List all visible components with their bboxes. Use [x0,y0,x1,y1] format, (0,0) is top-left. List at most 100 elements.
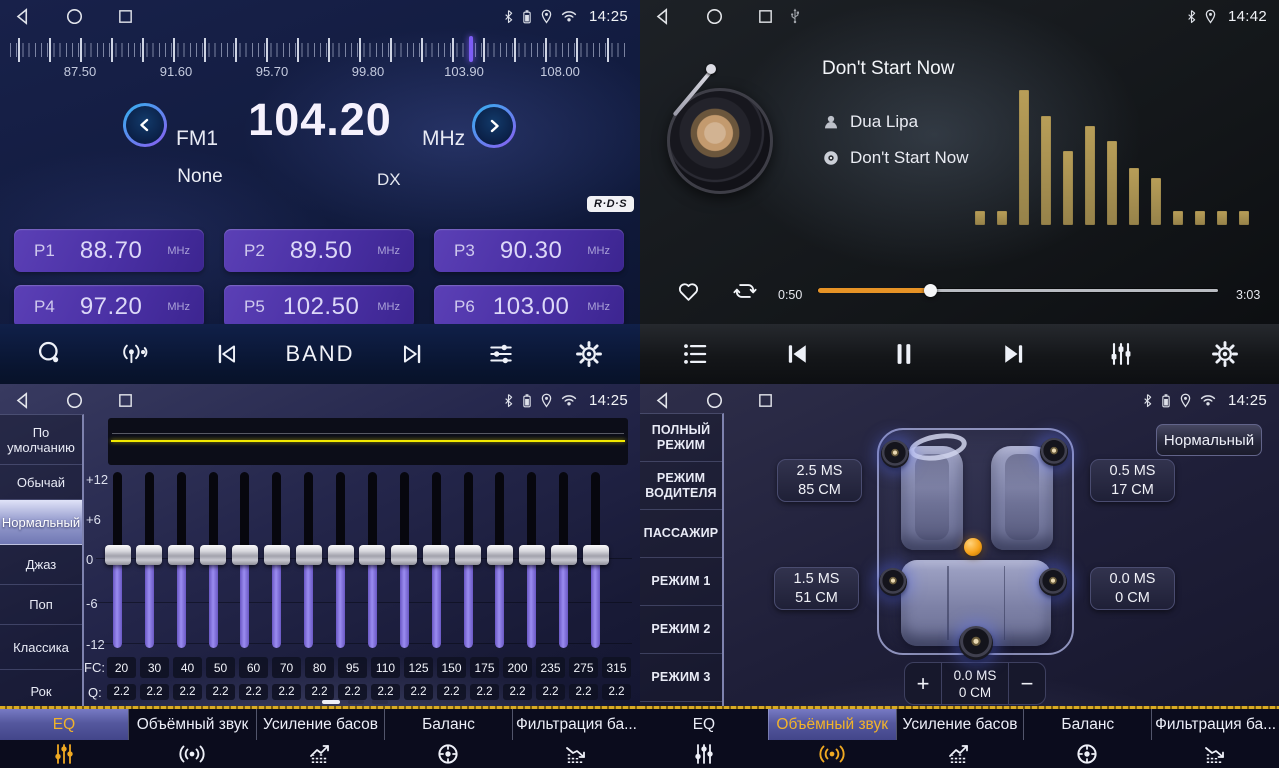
radio-preset-button-p3[interactable]: P390.30MHz [434,229,624,272]
slider-handle[interactable] [583,545,609,565]
nav-home-button[interactable] [63,389,85,411]
favorite-button[interactable] [675,278,702,304]
tab-surround[interactable]: Объёмный звук [128,706,256,768]
nav-back-button[interactable] [12,389,34,411]
radio-preset-button-p1[interactable]: P188.70MHz [14,229,204,272]
slider-handle[interactable] [487,545,513,565]
repeat-button[interactable] [731,278,759,304]
next-track-button[interactable] [999,340,1029,368]
tab-eq[interactable]: EQ [0,706,128,768]
delay-front-right[interactable]: 0.5 MS 17 CM [1090,459,1175,502]
tab-bass-boost[interactable]: Усиление басов [896,706,1024,768]
playlist-button[interactable] [681,341,709,368]
eq-band-slider[interactable] [423,472,449,648]
tab-filter[interactable]: Фильтрация ба... [512,706,640,768]
eq-preset-item[interactable]: Классика [0,625,82,670]
tab-balance[interactable]: Баланс [384,706,512,768]
eq-band-slider[interactable] [136,472,162,648]
sound-mode-item[interactable]: ПОЛНЫЙ РЕЖИМ [640,414,722,462]
seek-thumb[interactable] [924,284,937,297]
next-station-button[interactable] [398,341,426,367]
slider-handle[interactable] [200,545,226,565]
eq-preset-item[interactable]: По умолчанию [0,415,82,465]
nav-recents-button[interactable] [114,389,136,411]
slider-handle[interactable] [264,545,290,565]
equalizer-button[interactable] [1107,340,1135,368]
settings-gear-button[interactable] [576,341,603,368]
eq-preset-item[interactable]: Поп [0,585,82,625]
tab-bass-boost[interactable]: Усиление басов [256,706,384,768]
nav-home-button[interactable] [63,5,85,27]
nav-back-button[interactable] [652,389,674,411]
eq-preset-item[interactable]: Джаз [0,545,82,585]
sound-mode-item[interactable]: РЕЖИМ 2 [640,606,722,654]
nav-recents-button[interactable] [754,389,776,411]
slider-handle[interactable] [359,545,385,565]
tab-eq[interactable]: EQ [640,706,768,768]
radio-preset-button-p4[interactable]: P497.20MHz [14,285,204,328]
delay-minus-button[interactable]: − [1009,663,1045,704]
slider-handle[interactable] [391,545,417,565]
nav-back-button[interactable] [652,5,674,27]
eq-band-slider[interactable] [264,472,290,648]
sound-mode-item[interactable]: ПАССАЖИР [640,510,722,558]
pause-button[interactable] [890,340,918,368]
eq-band-slider[interactable] [583,472,609,648]
eq-preset-item[interactable]: Нормальный [0,500,82,545]
tune-up-button[interactable] [472,104,516,148]
eq-preset-item[interactable]: Обычай [0,465,82,500]
preset-normal-button[interactable]: Нормальный [1156,424,1262,456]
previous-track-button[interactable] [782,340,812,368]
tab-surround[interactable]: Объёмный звук [768,706,896,768]
eq-band-slider[interactable] [487,472,513,648]
delay-front-left[interactable]: 2.5 MS 85 CM [777,459,862,502]
sound-mode-item[interactable]: РЕЖИМ 1 [640,558,722,606]
tune-down-button[interactable] [123,103,167,147]
slider-handle[interactable] [168,545,194,565]
eq-band-slider[interactable] [391,472,417,648]
eq-band-slider[interactable] [232,472,258,648]
slider-handle[interactable] [232,545,258,565]
band-button[interactable]: BAND [285,341,354,367]
frequency-dial[interactable] [10,38,630,62]
tab-filter[interactable]: Фильтрация ба... [1151,706,1279,768]
nav-home-button[interactable] [703,389,725,411]
nav-back-button[interactable] [12,5,34,27]
eq-band-slider[interactable] [168,472,194,648]
eq-band-slider[interactable] [455,472,481,648]
nav-home-button[interactable] [703,5,725,27]
previous-station-button[interactable] [213,341,241,367]
radio-preset-button-p5[interactable]: P5102.50MHz [224,285,414,328]
nav-recents-button[interactable] [754,5,776,27]
eq-band-slider[interactable] [551,472,577,648]
slider-handle[interactable] [296,545,322,565]
radio-preset-button-p6[interactable]: P6103.00MHz [434,285,624,328]
seek-slider[interactable] [818,282,1218,298]
delay-plus-button[interactable]: + [905,663,941,704]
nav-recents-button[interactable] [114,5,136,27]
eq-band-slider[interactable] [359,472,385,648]
radio-preset-button-p2[interactable]: P289.50MHz [224,229,414,272]
audio-settings-button[interactable] [487,341,515,367]
slider-handle[interactable] [328,545,354,565]
slider-handle[interactable] [551,545,577,565]
eq-band-slider[interactable] [519,472,545,648]
slider-handle[interactable] [519,545,545,565]
eq-band-slider[interactable] [328,472,354,648]
settings-gear-button[interactable] [1212,341,1239,368]
listening-position-marker[interactable] [964,538,982,556]
delay-rear-left[interactable]: 1.5 MS 51 CM [774,567,859,610]
eq-band-slider[interactable] [200,472,226,648]
sound-mode-item[interactable]: РЕЖИМ 3 [640,654,722,702]
eq-band-slider[interactable] [105,472,131,648]
scan-button[interactable] [37,341,64,368]
sound-mode-item[interactable]: РЕЖИМ ВОДИТЕЛЯ [640,462,722,510]
tab-balance[interactable]: Баланс [1023,706,1151,768]
delay-rear-right[interactable]: 0.0 MS 0 CM [1090,567,1175,610]
slider-handle[interactable] [136,545,162,565]
slider-handle[interactable] [455,545,481,565]
broadcast-icon[interactable] [120,341,152,367]
slider-handle[interactable] [105,545,131,565]
eq-band-slider[interactable] [296,472,322,648]
slider-handle[interactable] [423,545,449,565]
